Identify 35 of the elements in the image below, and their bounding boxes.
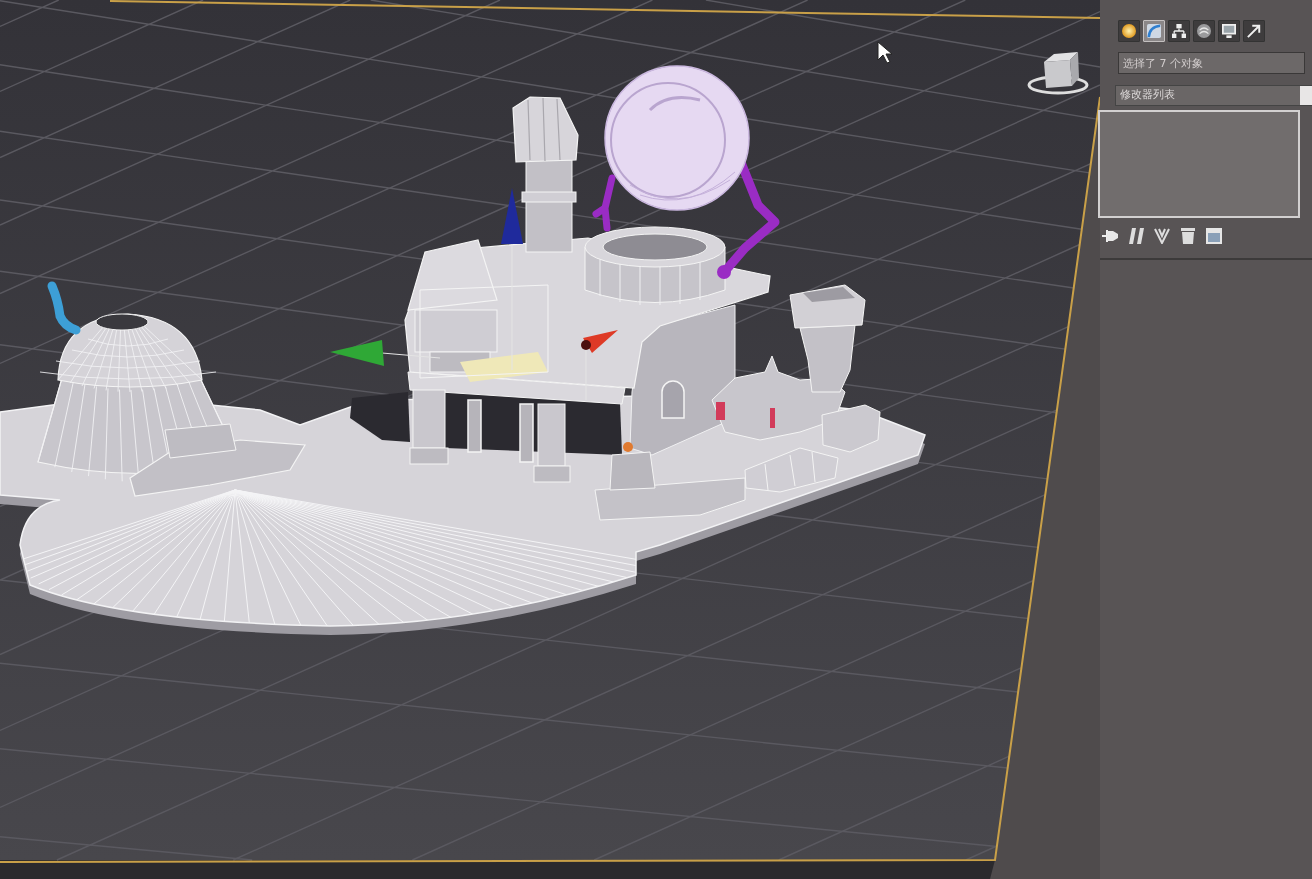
monitor-icon (1222, 24, 1236, 38)
modifier-list-dropdown[interactable]: 修改器列表 (1115, 85, 1312, 106)
arc-icon (1147, 24, 1161, 38)
crate (821, 404, 881, 453)
barrel (609, 442, 656, 491)
rock-crack (716, 402, 725, 420)
rock-crack (770, 408, 775, 428)
house-shadow (350, 392, 410, 442)
dome-opening (95, 313, 149, 331)
pin-icon[interactable] (1102, 228, 1118, 244)
hierarchy-icon (1172, 24, 1186, 38)
panel-tab[interactable] (1218, 20, 1240, 42)
panel-tab[interactable] (1118, 20, 1140, 42)
disc-icon (1197, 24, 1211, 38)
porch-post (467, 399, 482, 453)
panel-tab[interactable] (1193, 20, 1215, 42)
arched-window (661, 380, 685, 419)
support-arm (592, 174, 616, 232)
circle-icon (1122, 24, 1136, 38)
pipe (47, 281, 81, 335)
panel-tab[interactable] (1243, 20, 1265, 42)
modifier-stack-list[interactable] (1098, 110, 1300, 218)
y-axis-arrow[interactable] (330, 340, 441, 366)
z-axis-arrow[interactable] (501, 188, 523, 371)
name-field[interactable]: 选择了 7 个对象 (1118, 52, 1305, 74)
bars-icon[interactable] (1128, 228, 1144, 244)
panel-tab[interactable] (1168, 20, 1190, 42)
trash-icon[interactable] (1180, 228, 1196, 244)
dropdown-handle-icon (1300, 86, 1312, 105)
view-cube-icon[interactable] (1027, 52, 1089, 95)
cursor-icon (877, 41, 893, 64)
fork-icon[interactable] (1154, 228, 1170, 244)
x-axis-arrow[interactable] (581, 330, 618, 401)
arrow-icon (1247, 24, 1261, 38)
porch-post (519, 403, 534, 463)
